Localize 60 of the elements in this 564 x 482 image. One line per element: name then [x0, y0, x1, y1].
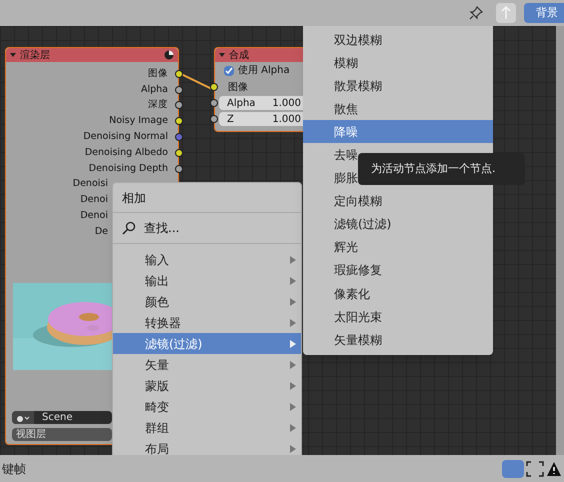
output-label: De	[94, 224, 108, 239]
menu-item[interactable]: 瑕疵修复	[303, 258, 493, 282]
up-arrow-icon	[500, 6, 512, 20]
input-label: 图像	[228, 80, 248, 94]
view-layer-field[interactable]: 视图层	[12, 428, 112, 441]
output-socket[interactable]	[175, 117, 183, 126]
use-alpha-checkbox[interactable]	[224, 66, 234, 76]
scene-selector[interactable]: Scene	[12, 411, 112, 424]
submenu-arrow-icon	[290, 276, 296, 284]
output-label: Denoising Depth	[88, 162, 168, 176]
output-label: Denoising Normal	[83, 130, 168, 144]
output-label: 深度	[148, 98, 168, 112]
output-label: 图像	[148, 66, 168, 81]
output-socket[interactable]	[175, 70, 183, 78]
node-title: 合成	[229, 48, 249, 62]
menu-item[interactable]: 辉光	[303, 236, 493, 259]
search-field[interactable]: 查找...	[113, 213, 301, 244]
submenu-arrow-icon	[290, 318, 296, 326]
output-label: Denoi	[80, 193, 108, 208]
menu-item[interactable]: 定向模糊	[303, 190, 493, 213]
frame-icon[interactable]	[526, 460, 544, 476]
warning-icon[interactable]	[546, 460, 562, 476]
output-socket[interactable]	[175, 148, 183, 157]
backdrop-tab[interactable]: 背景	[524, 3, 564, 23]
scene-name: Scene	[41, 411, 72, 425]
submenu-arrow-icon	[290, 298, 296, 306]
submenu-arrow-icon	[290, 382, 296, 390]
submenu-arrow-icon	[290, 424, 296, 432]
submenu-arrow-icon	[290, 444, 296, 452]
check-icon	[225, 66, 233, 74]
menu-item[interactable]: 矢量模糊	[303, 328, 493, 352]
sphere-icon	[164, 50, 174, 60]
output-socket[interactable]	[175, 133, 183, 142]
submenu-arrow-icon	[290, 402, 296, 410]
collapse-icon[interactable]	[10, 53, 16, 57]
menu-title: 相加	[113, 183, 301, 213]
output-label: Alpha	[140, 82, 168, 97]
submenu-arrow-icon	[290, 360, 296, 368]
output-label: Denoisi	[72, 177, 108, 192]
submenu-arrow-icon	[290, 340, 296, 348]
pin-icon[interactable]	[468, 5, 484, 21]
menu-item[interactable]: 像素化	[303, 282, 493, 306]
menu-item[interactable]: 降噪	[303, 120, 493, 144]
output-label: Noisy Image	[109, 114, 168, 128]
search-icon	[122, 221, 136, 235]
checkbox-label: 使用 Alpha	[238, 64, 290, 78]
output-socket[interactable]	[175, 86, 183, 94]
submenu-arrow-icon	[290, 256, 296, 264]
node-title: 渲染层	[20, 48, 51, 62]
output-socket[interactable]	[175, 101, 183, 110]
output-label: Denoising Albedo	[84, 146, 168, 160]
parent-node-button[interactable]	[496, 3, 516, 23]
menu-item[interactable]: 滤镜(过滤)	[303, 212, 493, 236]
menu-item[interactable]: 太阳光束	[303, 305, 493, 328]
output-label: Denoi	[80, 208, 108, 223]
collapse-icon[interactable]	[219, 53, 225, 57]
menu-item[interactable]: 滤镜(过滤)	[113, 333, 301, 354]
tooltip: 为活动节点添加一个节点.	[358, 153, 525, 185]
status-text: 键帧	[1, 460, 26, 478]
output-socket[interactable]	[175, 164, 183, 173]
